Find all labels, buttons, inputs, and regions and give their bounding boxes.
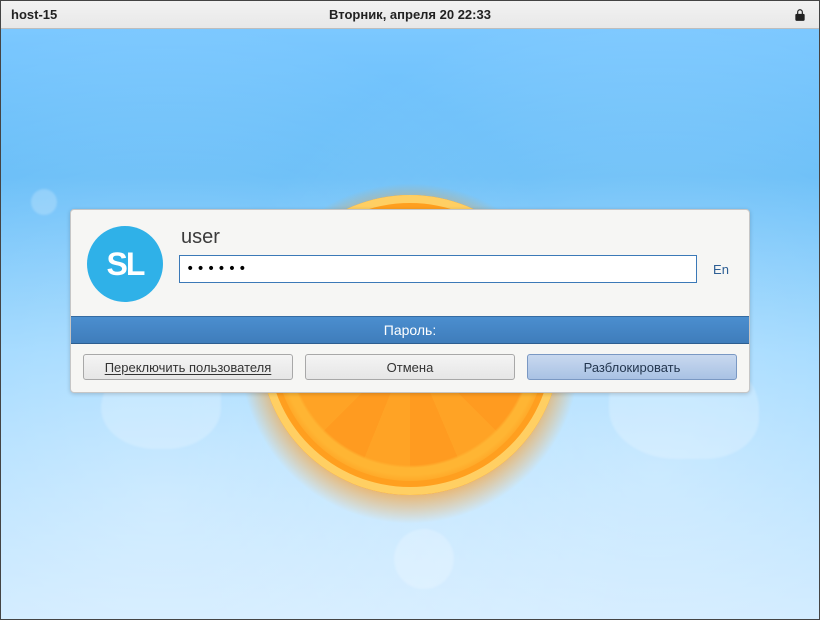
wallpaper-droplet <box>31 189 57 215</box>
avatar-text: SL <box>107 246 144 283</box>
lock-icon <box>793 8 807 22</box>
wallpaper-droplet <box>394 529 454 589</box>
cancel-button[interactable]: Отмена <box>305 354 515 380</box>
topbar-right <box>793 8 819 22</box>
lock-screen-window: host-15 Вторник, апреля 20 22:33 SL user… <box>0 0 820 620</box>
switch-user-button[interactable]: Переключить пользователя <box>83 354 293 380</box>
button-row: Переключить пользователя Отмена Разблоки… <box>71 344 749 392</box>
unlock-dialog: SL user En Пароль: Переключить пользоват… <box>70 209 750 393</box>
avatar: SL <box>87 226 163 302</box>
top-bar: host-15 Вторник, апреля 20 22:33 <box>1 1 819 29</box>
username-label: user <box>181 226 733 249</box>
password-prompt-label: Пароль: <box>71 316 749 344</box>
password-input[interactable] <box>179 255 697 283</box>
hostname-label: host-15 <box>1 7 57 22</box>
cancel-button-label: Отмена <box>387 360 434 375</box>
datetime-label: Вторник, апреля 20 22:33 <box>1 7 819 22</box>
keyboard-layout-indicator[interactable]: En <box>709 262 733 277</box>
unlock-button-label: Разблокировать <box>584 360 681 375</box>
switch-user-button-label: Переключить пользователя <box>105 360 272 375</box>
unlock-button[interactable]: Разблокировать <box>527 354 737 380</box>
